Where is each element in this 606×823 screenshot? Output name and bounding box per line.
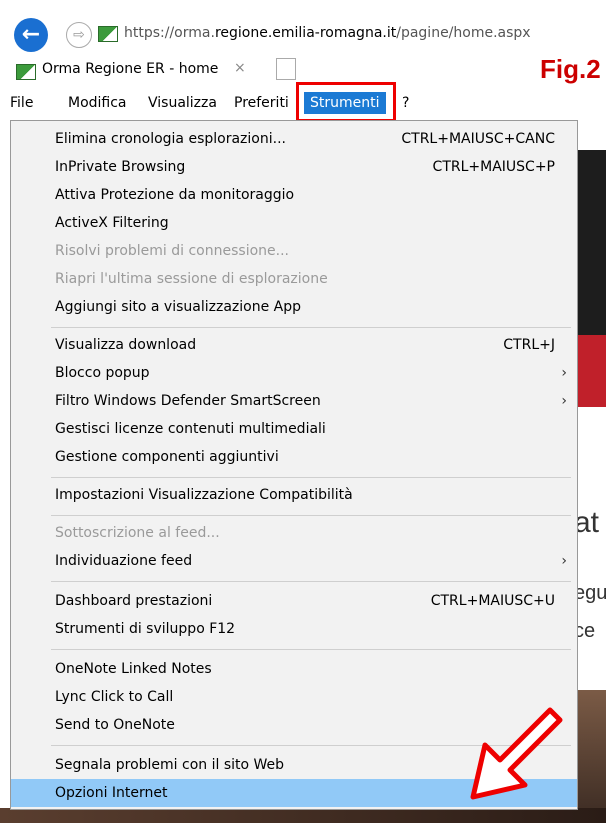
- menu-item-onenote-linked-notes[interactable]: OneNote Linked Notes: [11, 655, 577, 683]
- menu-item-inprivate[interactable]: InPrivate Browsing CTRL+MAIUSC+P: [11, 153, 577, 181]
- annotation-highlight-box: [296, 82, 396, 122]
- forward-arrow-icon: ⇨: [73, 27, 85, 43]
- url-field[interactable]: https://orma.regione.emilia-romagna.it/p…: [98, 22, 588, 46]
- menu-separator: [51, 515, 571, 516]
- submenu-arrow-icon: ›: [561, 393, 567, 409]
- tab-row: Orma Regione ER - home ×: [0, 54, 606, 84]
- menu-separator: [51, 327, 571, 328]
- submenu-arrow-icon: ›: [561, 365, 567, 381]
- forward-button[interactable]: ⇨: [66, 22, 92, 48]
- menu-modifica[interactable]: Modifica: [62, 92, 133, 114]
- menu-separator: [51, 477, 571, 478]
- menu-item-elimina-cronologia[interactable]: Elimina cronologia esplorazioni... CTRL+M…: [11, 125, 577, 153]
- menu-preferiti[interactable]: Preferiti: [228, 92, 295, 114]
- menu-item-compatibilita[interactable]: Impostazioni Visualizzazione Compatibili…: [11, 481, 577, 509]
- page-photo: [578, 690, 606, 823]
- menu-item-protezione-monitoraggio[interactable]: Attiva Protezione da monitoraggio: [11, 181, 577, 209]
- url-text: https://orma.regione.emilia-romagna.it/p…: [124, 25, 531, 41]
- menu-item-dashboard-prestazioni[interactable]: Dashboard prestazioni CTRL+MAIUSC+U: [11, 587, 577, 615]
- menu-visualizza[interactable]: Visualizza: [142, 92, 223, 114]
- menu-file[interactable]: File: [4, 92, 39, 114]
- page-text-fragment: egu: [574, 582, 606, 604]
- back-arrow-icon: ←: [21, 22, 41, 47]
- back-button[interactable]: ←: [14, 18, 48, 52]
- menu-item-riapri-sessione: Riapri l'ultima sessione di esplorazione: [55, 271, 328, 287]
- page-photo-bottom: [0, 808, 606, 823]
- tab-close-icon[interactable]: ×: [234, 60, 246, 76]
- address-bar-area: ← ⇨ https://orma.regione.emilia-romagna.…: [0, 0, 606, 54]
- menu-item-aggiungi-app[interactable]: Aggiungi sito a visualizzazione App: [11, 293, 577, 321]
- submenu-arrow-icon: ›: [561, 553, 567, 569]
- browser-tab[interactable]: Orma Regione ER - home ×: [10, 58, 260, 84]
- tab-favicon-icon: [16, 64, 36, 80]
- figure-label: Fig.2: [540, 54, 601, 84]
- menu-item-componenti-aggiuntivi[interactable]: Gestione componenti aggiuntivi: [11, 443, 577, 471]
- menu-item-individuazione-feed[interactable]: Individuazione feed ›: [11, 547, 577, 575]
- menu-item-sottoscrizione-feed: Sottoscrizione al feed...: [55, 525, 220, 541]
- menu-item-smartscreen[interactable]: Filtro Windows Defender SmartScreen ›: [11, 387, 577, 415]
- menu-item-visualizza-download[interactable]: Visualizza download CTRL+J: [11, 331, 577, 359]
- menu-help[interactable]: ?: [396, 92, 415, 114]
- page-red-band: [578, 335, 606, 407]
- menu-item-licenze[interactable]: Gestisci licenze contenuti multimediali: [11, 415, 577, 443]
- new-tab-icon[interactable]: [276, 58, 296, 80]
- menu-item-strumenti-sviluppo[interactable]: Strumenti di sviluppo F12: [11, 615, 577, 643]
- menu-separator: [51, 649, 571, 650]
- site-favicon-icon: [98, 26, 118, 42]
- tab-title: Orma Regione ER - home: [42, 61, 219, 77]
- menu-item-risolvi-problemi: Risolvi problemi di connessione...: [55, 243, 289, 259]
- menu-separator: [51, 581, 571, 582]
- annotation-arrow-icon: [470, 707, 563, 800]
- menu-item-activex-filtering[interactable]: ActiveX Filtering: [11, 209, 577, 237]
- page-dark-banner: [578, 150, 606, 335]
- menu-item-blocco-popup[interactable]: Blocco popup ›: [11, 359, 577, 387]
